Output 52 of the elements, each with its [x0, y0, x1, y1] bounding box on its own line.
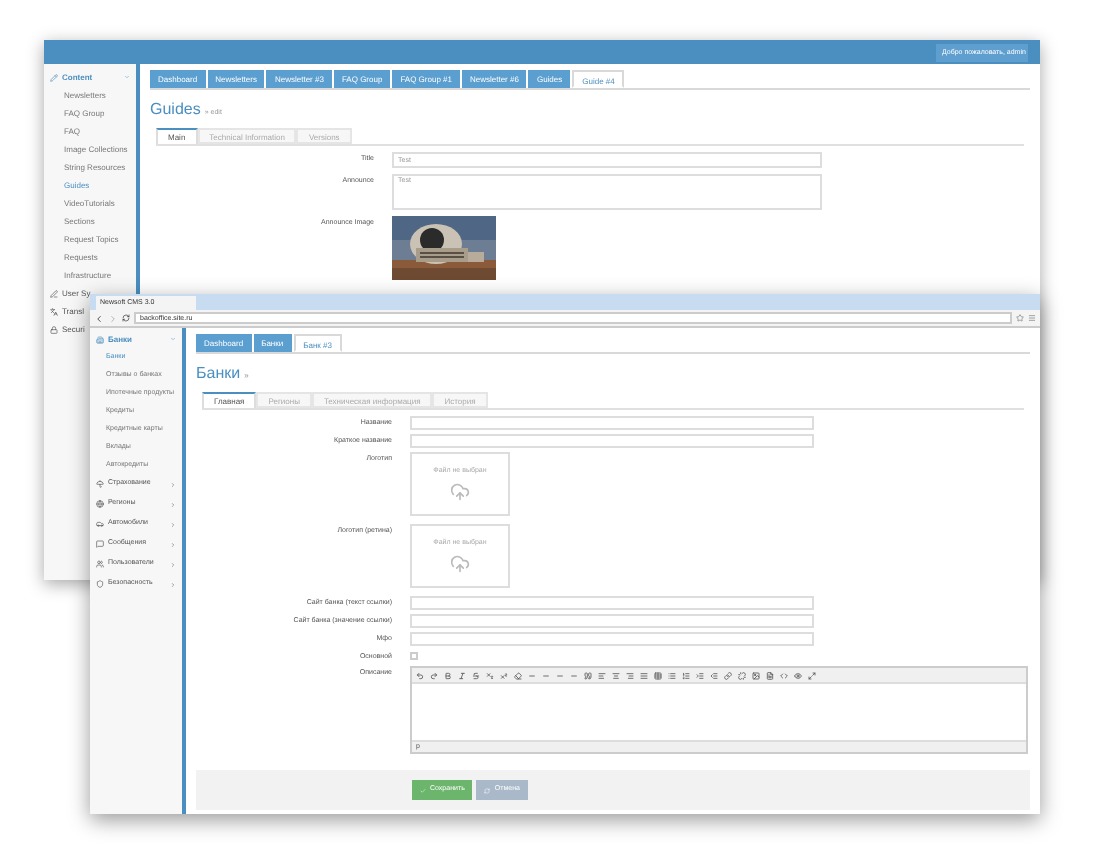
chat-icon — [96, 540, 104, 548]
toolbar-icon[interactable] — [766, 671, 774, 679]
group-icon — [50, 325, 58, 333]
input-field[interactable] — [410, 614, 814, 628]
toolbar-icon[interactable] — [500, 671, 508, 679]
group-icon — [50, 307, 58, 315]
toolbar-icon[interactable] — [808, 671, 816, 679]
toolbar-icon[interactable] — [514, 671, 522, 679]
shield-icon — [96, 580, 104, 588]
toolbar-icon[interactable] — [654, 671, 662, 679]
users-icon — [96, 560, 104, 568]
toolbar-icon[interactable] — [486, 671, 494, 679]
page-title: Банки — [196, 364, 241, 382]
umbrella-icon — [96, 480, 104, 488]
toolbar-icon[interactable] — [668, 671, 676, 679]
toolbar-icon[interactable] — [724, 671, 732, 679]
input-field[interactable] — [410, 632, 814, 646]
cloud-upload-icon — [450, 553, 470, 574]
toolbar-icon[interactable] — [710, 671, 718, 679]
group-icon — [50, 289, 58, 297]
input-field[interactable] — [410, 434, 814, 448]
toolbar-icon[interactable] — [472, 671, 480, 679]
toolbar-icon[interactable] — [416, 671, 424, 679]
toolbar-icon[interactable] — [430, 671, 438, 679]
refresh-icon — [484, 787, 491, 793]
back-icon[interactable] — [94, 313, 104, 323]
toolbar-icon[interactable] — [780, 671, 788, 679]
check-icon — [420, 787, 426, 793]
toolbar-icon[interactable] — [444, 671, 452, 679]
star-icon[interactable] — [1016, 314, 1024, 322]
cloud-upload-icon — [450, 481, 470, 502]
building-icon — [96, 335, 104, 343]
toolbar-icon[interactable] — [738, 671, 746, 679]
car-icon — [96, 520, 104, 528]
page-title: Guides — [150, 100, 201, 118]
toolbar-icon[interactable] — [752, 671, 760, 679]
input-field[interactable] — [410, 596, 814, 610]
checkbox[interactable] — [410, 652, 418, 660]
reload-icon[interactable] — [122, 314, 130, 322]
globe-icon — [96, 500, 104, 508]
toolbar-icon[interactable] — [640, 671, 648, 679]
input-field[interactable] — [410, 416, 814, 430]
pencil-icon — [50, 73, 58, 81]
toolbar-icon[interactable] — [598, 671, 606, 679]
toolbar-icon[interactable] — [794, 671, 802, 679]
menu-icon[interactable] — [1028, 314, 1036, 322]
toolbar-icon[interactable] — [696, 671, 704, 679]
toolbar-icon[interactable] — [458, 671, 466, 679]
toolbar-icon[interactable] — [626, 671, 634, 679]
toolbar-icon[interactable] — [682, 671, 690, 679]
toolbar-icon[interactable] — [612, 671, 620, 679]
toolbar-icon[interactable] — [584, 671, 592, 679]
